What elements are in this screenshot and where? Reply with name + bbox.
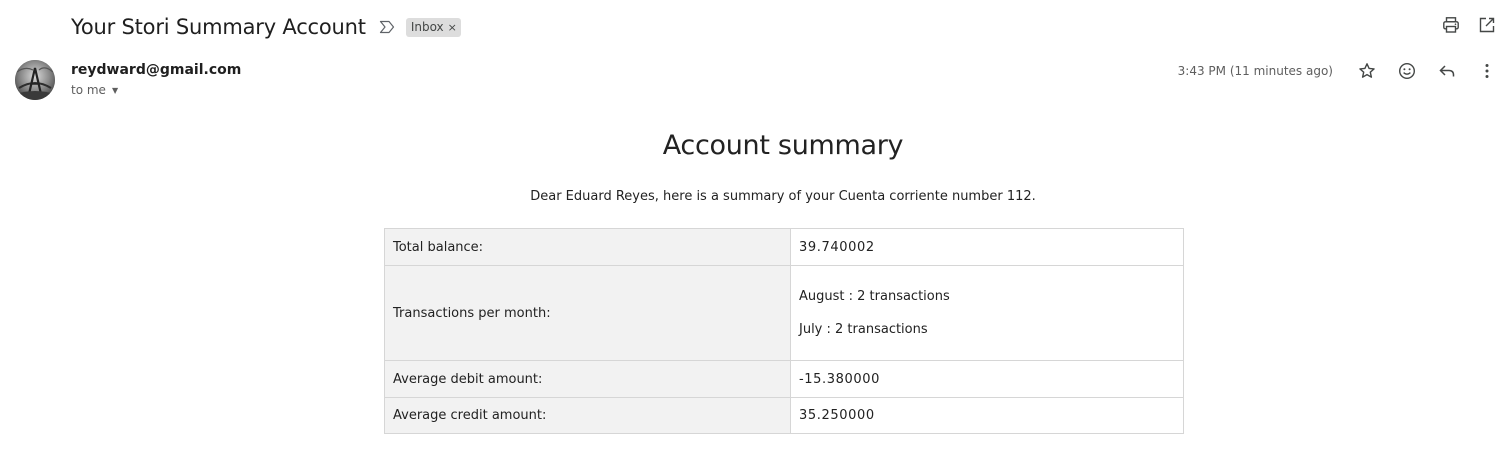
subject-row: Your Stori Summary Account Inbox × xyxy=(71,10,461,44)
average-credit-value: 35.250000 xyxy=(790,397,1184,434)
sender-avatar[interactable] xyxy=(15,60,55,100)
transactions-per-month-value: August : 2 transactions July : 2 transac… xyxy=(790,265,1184,361)
chevron-down-icon: ▼ xyxy=(111,85,119,95)
sender-email[interactable]: reydward@gmail.com xyxy=(71,62,241,78)
body-title: Account summary xyxy=(662,130,904,161)
average-debit-label: Average debit amount: xyxy=(384,360,791,398)
thread-actions xyxy=(1441,15,1497,35)
email-view: Your Stori Summary Account Inbox × reydw… xyxy=(0,0,1509,455)
summary-table: Total balance: 39.740002 Transactions pe… xyxy=(384,228,1184,434)
recipient-text: to me xyxy=(71,83,106,97)
table-row: Average debit amount: -15.380000 xyxy=(384,360,1184,398)
reply-icon[interactable] xyxy=(1437,61,1457,81)
average-debit-value: -15.380000 xyxy=(790,360,1184,398)
table-row: Average credit amount: 35.250000 xyxy=(384,397,1184,434)
sender-block: reydward@gmail.com to me ▼ xyxy=(71,62,241,97)
total-balance-label: Total balance: xyxy=(384,228,791,266)
emoji-reaction-icon[interactable] xyxy=(1397,61,1417,81)
recipient-details-toggle[interactable]: to me ▼ xyxy=(71,83,241,97)
more-vert-icon[interactable] xyxy=(1477,61,1497,81)
average-credit-label: Average credit amount: xyxy=(384,397,791,434)
open-in-new-window-icon[interactable] xyxy=(1477,15,1497,35)
remove-label-icon[interactable]: × xyxy=(448,22,457,33)
print-icon[interactable] xyxy=(1441,15,1461,35)
table-row: Total balance: 39.740002 xyxy=(384,228,1184,266)
inbox-label-chip[interactable]: Inbox × xyxy=(405,17,461,37)
body-intro: Dear Eduard Reyes, here is a summary of … xyxy=(530,189,1036,204)
email-subject: Your Stori Summary Account xyxy=(71,15,366,39)
message-meta-row: 3:43 PM (11 minutes ago) xyxy=(1178,61,1497,81)
importance-marker-icon[interactable] xyxy=(378,18,396,36)
message-timestamp: 3:43 PM (11 minutes ago) xyxy=(1177,64,1333,78)
total-balance-value: 39.740002 xyxy=(790,228,1184,266)
month-transactions-august: August : 2 transactions xyxy=(799,288,950,304)
inbox-label-text: Inbox xyxy=(410,20,444,34)
table-row: Transactions per month: August : 2 trans… xyxy=(384,265,1184,361)
transactions-per-month-label: Transactions per month: xyxy=(384,265,791,361)
star-icon[interactable] xyxy=(1357,61,1377,81)
month-transactions-july: July : 2 transactions xyxy=(799,321,928,337)
